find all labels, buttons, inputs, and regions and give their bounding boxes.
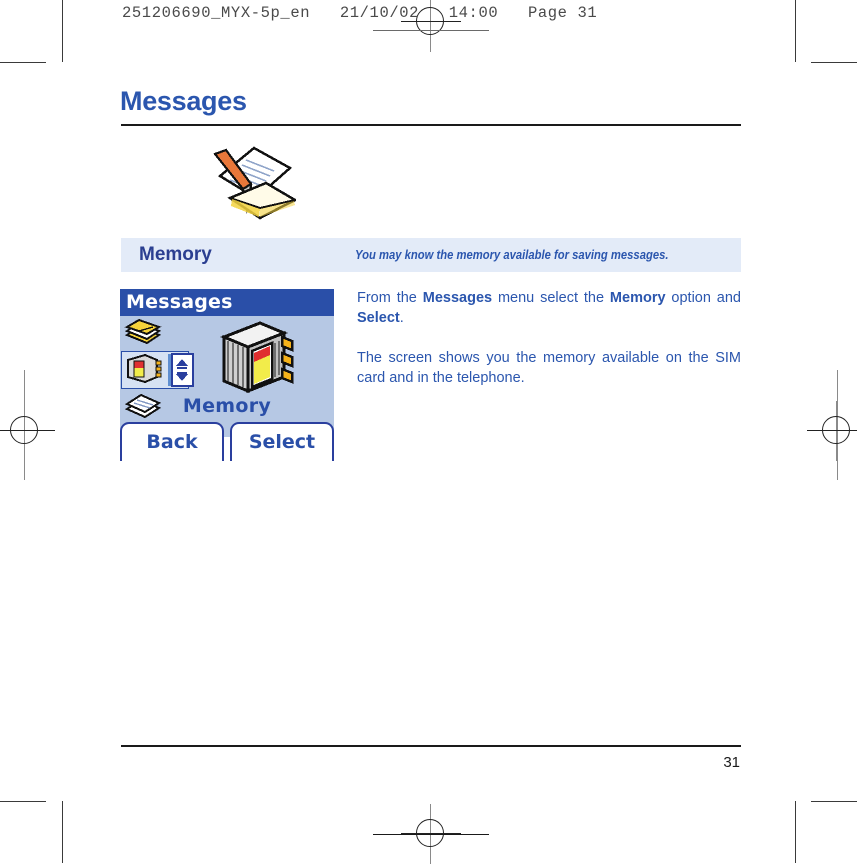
p1-bold-messages: Messages (422, 290, 493, 306)
p1-text-3: option and (665, 290, 741, 306)
messages-stack-icon[interactable] (123, 318, 163, 349)
memory-module-large-icon (216, 317, 296, 399)
phone-softkey-bar: Back Select (120, 422, 334, 461)
crop-mark-top-left-horizontal (0, 62, 46, 63)
crop-mark-bottom-left-vertical (62, 801, 63, 863)
body-paragraph-2: The screen shows you the memory availabl… (357, 350, 741, 386)
page-title: Messages (120, 86, 247, 116)
crop-mark-bottom-right-horizontal (811, 801, 857, 802)
p1-bold-select: Select (357, 310, 400, 326)
crop-mark-top-right-vertical (795, 0, 796, 62)
body-copy: From the Messages menu select the Memory… (357, 288, 741, 408)
body-paragraph-1: From the Messages menu select the Memory… (357, 288, 741, 328)
phone-titlebar-label: Messages (126, 291, 233, 313)
phone-screenshot: Messages Memory Back Select (120, 289, 334, 461)
title-rule (121, 124, 741, 126)
section-subtitle: You may know the memory available for sa… (355, 248, 669, 262)
crop-mark-top-right-horizontal (811, 62, 857, 63)
crop-mark-bottom-right-vertical (795, 801, 796, 863)
p1-bold-memory: Memory (609, 290, 666, 306)
prepress-slug-line: 251206690_MYX-5p_en 21/10/02 14:00 Page … (122, 4, 598, 22)
p1-text-2: menu select the (492, 290, 610, 306)
crop-mark-top-left-vertical (62, 0, 63, 62)
note-pencil-envelope-illustration (196, 136, 298, 228)
p1-text-4: . (399, 310, 404, 326)
softkey-back[interactable]: Back (120, 422, 224, 461)
scroll-up-down-icon[interactable] (168, 353, 194, 387)
section-title: Memory (139, 244, 212, 265)
phone-selected-item-label: Memory (182, 395, 272, 417)
footer-rule (121, 745, 741, 747)
p1-text-1: From the (357, 290, 423, 306)
section-band: Memory You may know the memory available… (121, 238, 741, 272)
page-number: 31 (723, 754, 740, 771)
phone-titlebar: Messages (120, 289, 334, 316)
registration-mark-right (807, 401, 857, 461)
softkey-select[interactable]: Select (230, 422, 334, 461)
phone-screen: Messages Memory (120, 289, 334, 437)
registration-rule-bottom (373, 834, 489, 835)
registration-mark-left (0, 401, 55, 461)
crop-mark-bottom-left-horizontal (0, 801, 46, 802)
manual-page: 251206690_MYX-5p_en 21/10/02 14:00 Page … (0, 0, 857, 864)
registration-rule-top (373, 30, 489, 31)
memory-module-icon[interactable] (123, 353, 163, 384)
